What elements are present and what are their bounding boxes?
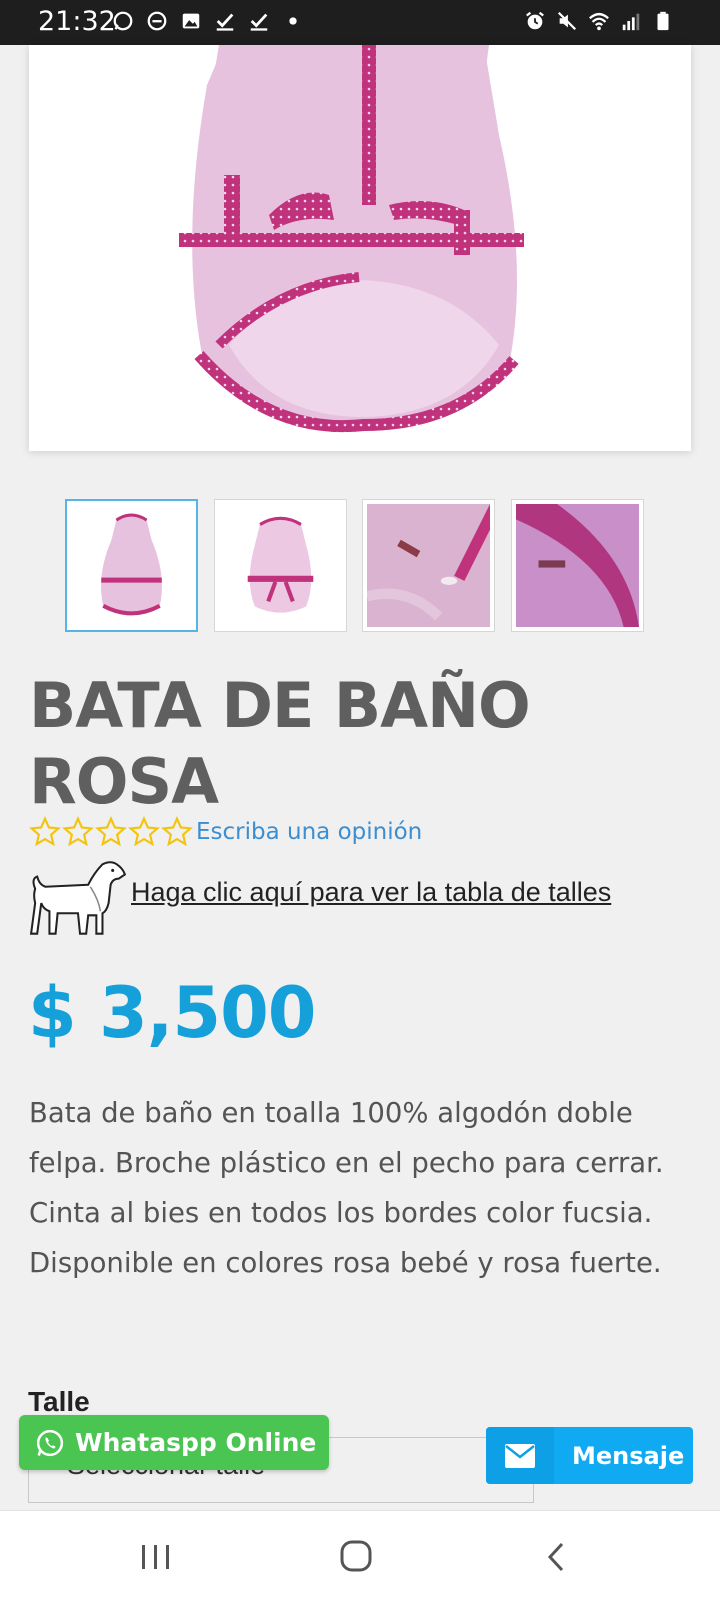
home-icon[interactable] [336,1539,376,1575]
thumbnail-robe-label-image [516,504,639,627]
product-title: BATA DE BAÑO ROSA [29,669,531,818]
status-time: 21:32 [38,6,116,37]
size-table-link[interactable]: Haga clic aquí para ver la tabla de tall… [131,877,611,908]
battery-icon [657,11,669,31]
alarm-icon [526,11,544,30]
task-done-icon-2 [250,13,268,31]
message-button-label: Mensaje [572,1441,685,1470]
star-icon-4[interactable] [128,816,160,848]
envelope-icon [505,1443,535,1468]
rating-row: Escriba una opinión [29,816,422,848]
size-select-label: Talle [28,1386,90,1417]
status-bar: 21:32 [0,0,720,45]
message-icon-wrap [486,1427,554,1484]
thumbnail-robe-front-image [71,505,192,626]
whatsapp-button-label: Whataspp Online [75,1428,317,1457]
signal-icon [622,13,640,31]
task-done-icon [216,13,234,31]
product-description: Bata de baño en toalla 100% algodón dobl… [29,1097,664,1279]
message-button[interactable]: Mensaje [486,1427,693,1484]
recent-apps-icon[interactable] [136,1539,176,1575]
product-main-image[interactable] [29,45,691,451]
star-icon-5[interactable] [161,816,193,848]
status-left-icons [112,10,304,32]
star-icon-3[interactable] [95,816,127,848]
more-notifications-dot-icon [289,17,297,25]
whatsapp-notification-icon [113,11,133,31]
whatsapp-online-button[interactable]: Whataspp Online [19,1415,329,1470]
whatsapp-icon [36,1429,64,1456]
do-not-disturb-icon [147,11,167,31]
back-icon[interactable] [538,1539,578,1575]
gallery-icon [182,13,200,29]
product-thumbnail-1[interactable] [65,499,198,632]
product-thumbnail-4[interactable] [511,499,644,632]
product-thumbnail-3[interactable] [362,499,495,632]
dog-icon [29,861,127,935]
size-table-row[interactable]: Haga clic aquí para ver la tabla de tall… [27,858,611,940]
robe-photo [179,45,524,433]
thumbnail-robe-back-image [219,504,342,627]
status-right-icons [524,10,674,32]
write-review-link[interactable]: Escriba una opinión [196,819,422,845]
product-price: $ 3,500 [28,972,316,1054]
star-icon-2[interactable] [62,816,94,848]
thumbnail-robe-detail-image [367,504,490,627]
system-nav-bar [0,1510,720,1600]
product-thumbnail-2[interactable] [214,499,347,632]
star-icon-1[interactable] [29,816,61,848]
wifi-icon [589,12,609,31]
mute-icon [557,11,577,31]
